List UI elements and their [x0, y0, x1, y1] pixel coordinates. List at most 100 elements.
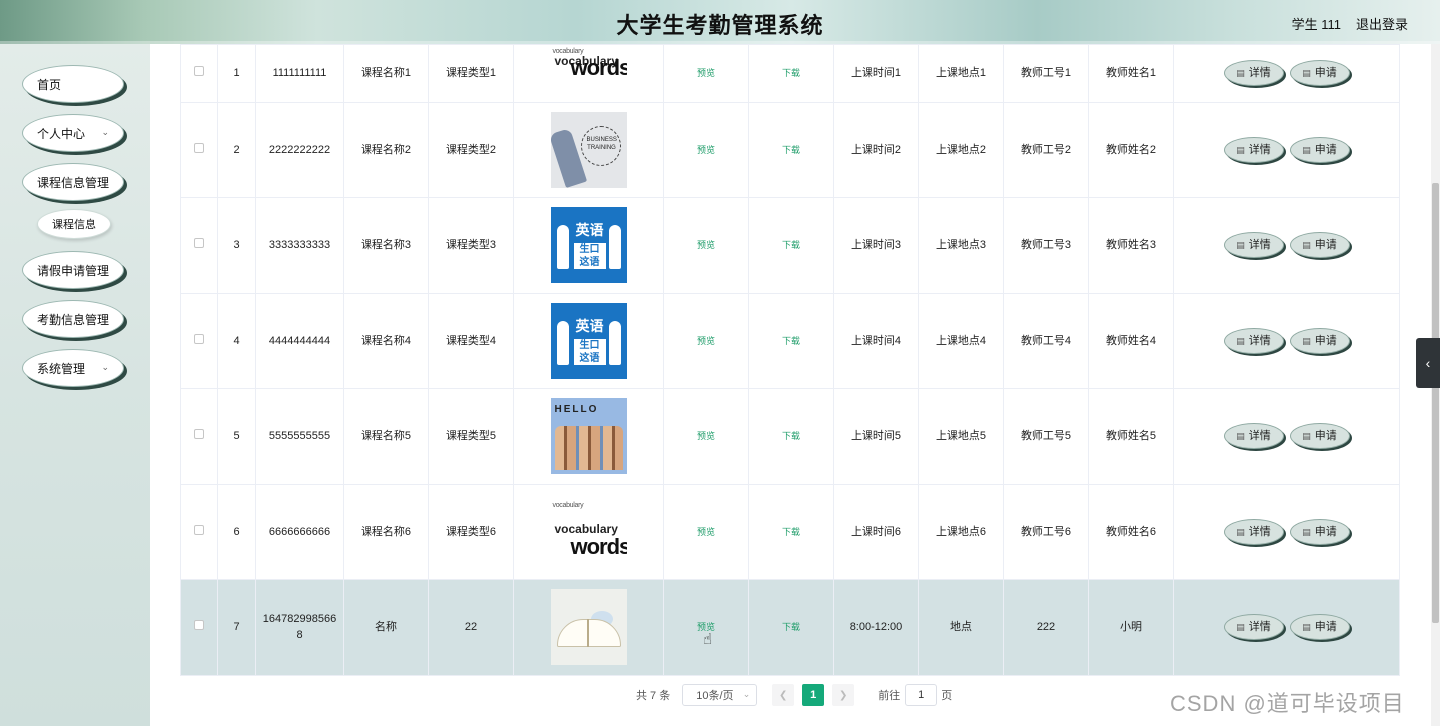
apply-button[interactable]: ▤ 申请: [1289, 232, 1350, 259]
course-image-cell: vocabulary vocabulary words: [513, 483, 664, 580]
sidebar-item-course-management[interactable]: 课程信息管理: [22, 163, 124, 201]
detail-button[interactable]: ▤ 详情: [1223, 423, 1284, 450]
sidebar-item-label: 考勤信息管理: [37, 312, 110, 327]
download-link[interactable]: 下载: [782, 527, 800, 537]
row-checkbox[interactable]: [194, 333, 204, 344]
teacher-name: 教师姓名2: [1088, 101, 1174, 198]
course-image-cell: BUSINESS TRAINING: [513, 101, 664, 198]
row-actions: ▤ 详情 ▤ 申请: [1173, 44, 1400, 103]
preview-link[interactable]: 预览: [697, 145, 715, 155]
course-code: 4444444444: [255, 292, 344, 389]
apply-button[interactable]: ▤ 申请: [1289, 60, 1350, 87]
class-time: 8:00-12:00: [833, 579, 919, 676]
sidebar-item-home[interactable]: 首页: [22, 65, 124, 103]
preview-link[interactable]: 预览: [697, 431, 715, 441]
apply-button[interactable]: ▤ 申请: [1289, 423, 1350, 450]
detail-label: 详情: [1248, 525, 1271, 538]
logout-button[interactable]: 退出登录: [1356, 14, 1408, 33]
teacher-number: 教师工号2: [1003, 101, 1089, 198]
app-title: 大学生考勤管理系统: [616, 13, 824, 38]
document-icon: ▤: [1302, 144, 1311, 155]
sidebar-item-system-management[interactable]: 系统管理 ⌄: [22, 349, 124, 387]
detail-label: 详情: [1248, 143, 1271, 156]
course-image: HELLO: [550, 398, 627, 475]
class-time: 上课时间4: [833, 292, 919, 389]
page-size-select[interactable]: 10条/页 ⌄: [682, 684, 758, 706]
next-page-button[interactable]: ❯: [832, 684, 855, 706]
chevron-down-icon: ⌄: [101, 127, 109, 137]
document-icon: ▤: [1302, 68, 1311, 79]
course-type: 课程类型6: [428, 483, 514, 580]
row-index: 2: [217, 101, 256, 198]
class-place: 上课地点4: [918, 292, 1004, 389]
row-checkbox[interactable]: [194, 429, 204, 440]
image-text: words: [570, 55, 627, 81]
apply-button[interactable]: ▤ 申请: [1289, 518, 1350, 545]
preview-link[interactable]: 预览: [697, 336, 715, 346]
sidebar-item-label: 系统管理: [37, 361, 86, 376]
side-panel-toggle[interactable]: ‹: [1416, 338, 1440, 388]
page-number-current[interactable]: 1: [802, 684, 825, 706]
teacher-number: 教师工号3: [1003, 197, 1089, 294]
prev-page-button[interactable]: ❮: [772, 684, 795, 706]
course-type: 课程类型2: [428, 101, 514, 198]
total-count: 共 7 条: [636, 690, 671, 702]
preview-link[interactable]: 预览: [697, 240, 715, 250]
preview-link[interactable]: 预览: [697, 68, 715, 78]
download-link[interactable]: 下载: [782, 336, 800, 346]
row-checkbox[interactable]: [194, 238, 204, 249]
detail-button[interactable]: ▤ 详情: [1223, 518, 1284, 545]
course-image: [550, 589, 627, 666]
download-link[interactable]: 下载: [782, 240, 800, 250]
detail-button[interactable]: ▤ 详情: [1223, 232, 1284, 259]
row-actions: ▤ 详情 ▤ 申请: [1173, 101, 1400, 198]
document-icon: ▤: [1236, 68, 1245, 79]
row-index: 3: [217, 197, 256, 294]
row-checkbox[interactable]: [194, 142, 204, 153]
goto-page-input[interactable]: 1: [905, 684, 938, 706]
document-icon: ▤: [1236, 144, 1245, 155]
detail-button[interactable]: ▤ 详情: [1223, 60, 1284, 87]
row-actions: ▤ 详情 ▤ 申请: [1173, 292, 1400, 389]
detail-label: 详情: [1248, 239, 1271, 252]
table-row: 1 1111111111 课程名称1 课程类型1 vocabulary vocabular…: [180, 44, 1400, 103]
row-index: 7: [217, 579, 256, 676]
course-code: 5555555555: [255, 388, 344, 485]
download-link[interactable]: 下载: [782, 68, 800, 78]
table-row: 5 5555555555 课程名称5 课程类型5 HELLO 预览 下载 上课时间5 上课地点5…: [180, 388, 1400, 485]
apply-button[interactable]: ▤ 申请: [1289, 136, 1350, 163]
row-checkbox[interactable]: [194, 524, 204, 535]
apply-label: 申请: [1314, 621, 1337, 634]
download-link[interactable]: 下载: [782, 145, 800, 155]
sidebar-subitem-course-info[interactable]: 课程信息: [37, 209, 111, 239]
sidebar-item-personal-center[interactable]: 个人中心 ⌄: [22, 114, 124, 152]
apply-button[interactable]: ▤ 申请: [1289, 327, 1350, 354]
detail-button[interactable]: ▤ 详情: [1223, 136, 1284, 163]
apply-button[interactable]: ▤ 申请: [1289, 614, 1350, 641]
row-checkbox[interactable]: [194, 620, 204, 631]
apply-label: 申请: [1314, 67, 1337, 80]
apply-label: 申请: [1314, 239, 1337, 252]
course-image-cell: [513, 579, 664, 676]
apply-label: 申请: [1314, 430, 1337, 443]
detail-button[interactable]: ▤ 详情: [1223, 327, 1284, 354]
main-content: 1 1111111111 课程名称1 课程类型1 vocabulary vocabular…: [150, 44, 1431, 726]
sidebar-item-label: 个人中心: [37, 126, 86, 141]
course-table: 1 1111111111 课程名称1 课程类型1 vocabulary vocabular…: [180, 44, 1400, 676]
row-checkbox[interactable]: [194, 66, 204, 77]
sidebar-item-leave-management[interactable]: 请假申请管理: [22, 251, 124, 289]
scrollbar-thumb[interactable]: [1432, 183, 1439, 623]
preview-link[interactable]: 预览: [697, 527, 715, 537]
image-text: HELLO: [554, 404, 599, 416]
course-name: 名称: [343, 579, 429, 676]
sidebar-item-attendance-management[interactable]: 考勤信息管理: [22, 300, 124, 338]
apply-label: 申请: [1314, 143, 1337, 156]
sidebar-item-label: 课程信息管理: [37, 175, 110, 190]
row-actions: ▤ 详情 ▤ 申请: [1173, 483, 1400, 580]
download-link[interactable]: 下载: [782, 431, 800, 441]
class-place: 上课地点1: [918, 44, 1004, 103]
teacher-name: 教师姓名5: [1088, 388, 1174, 485]
download-link[interactable]: 下载: [782, 622, 800, 632]
course-code: 1111111111: [255, 44, 344, 103]
detail-button[interactable]: ▤ 详情: [1223, 614, 1284, 641]
